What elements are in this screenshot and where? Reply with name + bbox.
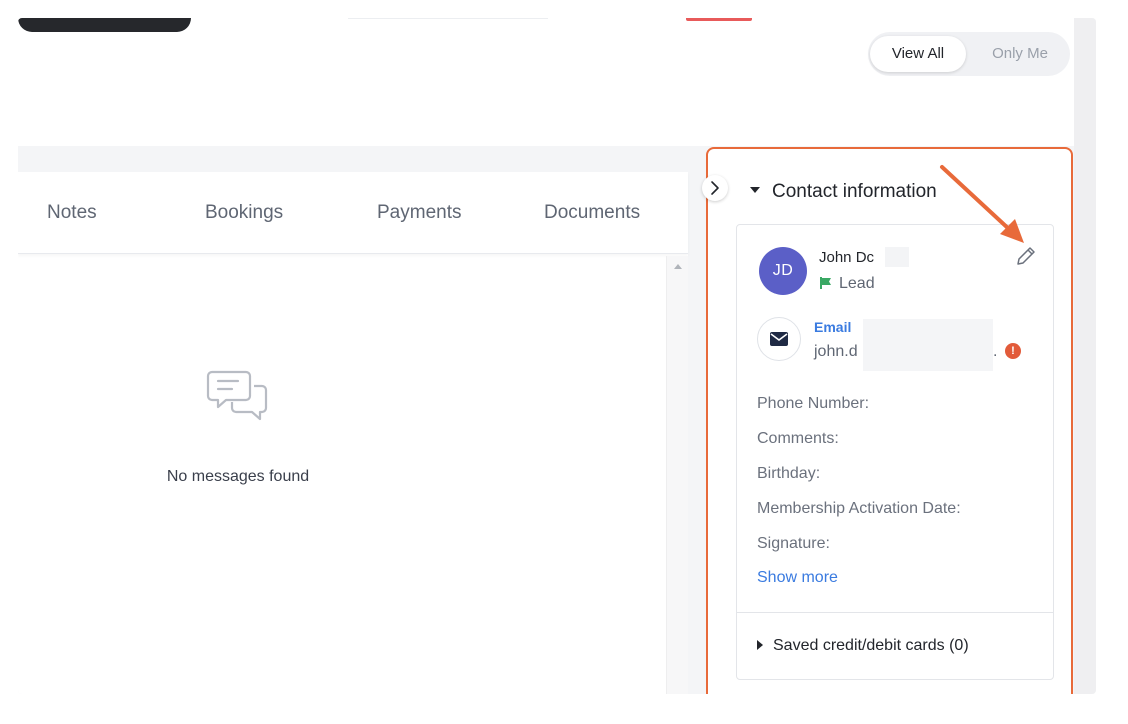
chat-bubbles-icon — [206, 370, 268, 421]
app-frame: View All Only Me Notes Bookings Payments… — [18, 18, 1096, 694]
dark-header-element — [18, 18, 191, 32]
field-birthday: Birthday: — [757, 465, 821, 482]
notification-indicator — [686, 18, 752, 21]
tab-bookings[interactable]: Bookings — [205, 202, 283, 224]
contact-status: Lead — [819, 275, 875, 293]
flag-icon — [820, 277, 831, 289]
envelope-icon — [770, 332, 788, 346]
field-membership-activation-date: Membership Activation Date: — [757, 500, 961, 517]
field-signature: Signature: — [757, 535, 830, 552]
tab-notes[interactable]: Notes — [47, 202, 97, 224]
scroll-up-arrow-icon[interactable] — [674, 264, 682, 269]
page-scrollbar[interactable] — [1074, 18, 1096, 694]
contact-card: JD John Dc Lead Email john.d . ! Phone N… — [736, 224, 1054, 680]
top-panel: View All Only Me — [18, 18, 1074, 146]
edit-pencil-icon[interactable] — [1015, 245, 1037, 267]
email-label: Email — [814, 319, 852, 335]
caret-down-icon — [750, 186, 760, 193]
view-toggle: View All Only Me — [868, 32, 1070, 76]
only-me-button[interactable]: Only Me — [972, 36, 1068, 72]
chevron-right-icon — [711, 181, 719, 195]
field-phone-number: Phone Number: — [757, 395, 870, 412]
conversation-panel: Notes Bookings Payments Documents No mes… — [18, 172, 688, 694]
empty-messages-text: No messages found — [166, 468, 310, 485]
email-value[interactable]: john.d — [814, 343, 858, 361]
status-label: Lead — [839, 275, 875, 292]
redacted-email — [863, 319, 993, 371]
show-more-link[interactable]: Show more — [757, 569, 838, 587]
caret-right-icon — [757, 639, 763, 650]
warning-icon[interactable]: ! — [1005, 343, 1021, 359]
field-comments: Comments: — [757, 430, 839, 447]
avatar: JD — [759, 247, 807, 295]
saved-cards-toggle[interactable]: Saved credit/debit cards (0) — [757, 637, 969, 655]
email-suffix: . — [993, 343, 998, 360]
view-all-button[interactable]: View All — [870, 36, 966, 72]
email-icon-button[interactable] — [757, 317, 801, 361]
contact-name: John Dc — [819, 249, 875, 266]
messages-area: No messages found — [18, 256, 668, 694]
collapse-sidebar-button[interactable] — [702, 175, 728, 201]
tab-bar: Notes Bookings Payments Documents — [18, 172, 688, 254]
divider — [737, 612, 1053, 613]
contact-info-header[interactable]: Contact information — [750, 181, 937, 203]
redacted-name — [885, 247, 909, 267]
contact-sidebar: Contact information JD John Dc Lead Emai… — [702, 147, 1073, 694]
messages-scrollbar[interactable] — [666, 256, 688, 694]
contact-info-title: Contact information — [772, 181, 937, 202]
tab-documents[interactable]: Documents — [544, 202, 640, 224]
saved-cards-label: Saved credit/debit cards (0) — [773, 637, 969, 654]
tab-payments[interactable]: Payments — [377, 202, 461, 224]
divider — [348, 18, 548, 19]
